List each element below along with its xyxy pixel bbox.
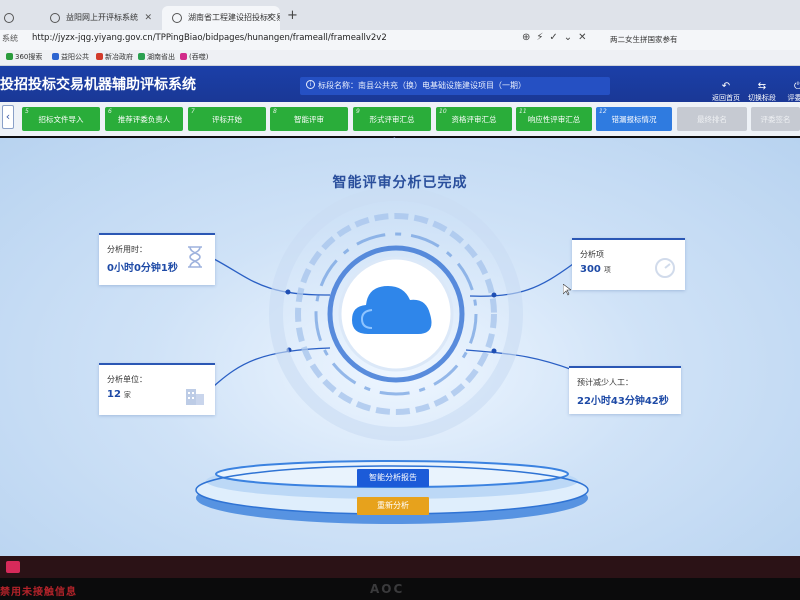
monitor-logo: AOC (370, 582, 405, 596)
building-icon (186, 389, 204, 405)
url-input[interactable]: http://jyzx-jqg.yiyang.gov.cn/TPPingBiao… (32, 33, 387, 43)
step-back-button[interactable]: ‹ (2, 105, 14, 129)
labor-saved-card: 预计减少人工： 22小时43分钟42秒 (569, 366, 681, 414)
close-icon[interactable]: ✕ (266, 6, 274, 30)
info-icon: i (306, 80, 315, 89)
connector-dot (285, 289, 291, 295)
step-7[interactable]: 7 评标开始 (188, 107, 266, 131)
labor-saved-value: 22小时43分钟42秒 (577, 396, 669, 407)
browser-tab-2[interactable]: 益阳网上开评标系统 ✕ (40, 6, 158, 30)
bezel-sticker: 禁用未接触信息 (0, 587, 77, 598)
analysis-units-value: 12 家 (107, 389, 131, 400)
analysis-time-card: 分析用时： 0小时0分钟1秒 (99, 233, 215, 285)
browser-tab-active[interactable]: 湖南省工程建设招投标交易机 ✕ (162, 6, 280, 30)
close-icon[interactable]: ✕ (144, 6, 152, 30)
reanalyze-button[interactable]: 重新分析 (357, 497, 429, 515)
bookmark-item[interactable]: 湖南省出 (138, 52, 175, 62)
analysis-complete-title: 智能评审分析已完成 (332, 175, 468, 191)
bookmark-item[interactable]: (吞噬) (180, 52, 208, 62)
new-tab-button[interactable]: + (287, 8, 298, 23)
browser-tab-1[interactable] (0, 6, 26, 30)
hud-graphic (195, 187, 589, 524)
address-bar: 系统 http://jyzx-jqg.yiyang.gov.cn/TPPingB… (0, 30, 800, 50)
address-toolbar-icons[interactable]: ⊕⚡✓⌄✕ (522, 32, 593, 43)
step-11[interactable]: 11 响应性评审汇总 (516, 107, 592, 131)
main-panel (0, 138, 800, 556)
step-sign[interactable]: 评委签名 (751, 107, 800, 131)
analysis-items-value: 300 项 (580, 264, 611, 275)
connector-dot (491, 348, 497, 354)
address-prefix: 系统 (2, 34, 18, 43)
browser-tab-title: 益阳网上开评标系统 (66, 13, 138, 22)
bookmark-item[interactable]: 360搜索 (6, 52, 42, 62)
project-name: 标段名称：南县公共充（换）电基础设施建设项目（一期） (318, 81, 526, 90)
analysis-report-button[interactable]: 智能分析报告 (357, 469, 429, 487)
gauge-icon (655, 258, 675, 278)
step-final-rank[interactable]: 最终排名 (677, 107, 747, 131)
browser-tabbar: 益阳网上开评标系统 ✕ 湖南省工程建设招投标交易机 ✕ + (0, 0, 800, 30)
step-10[interactable]: 10 资格评审汇总 (436, 107, 512, 131)
exit-icon: ⏻ (794, 81, 800, 92)
step-5[interactable]: 5 招标文件导入 (22, 107, 100, 131)
analysis-items-card: 分析项 300 项 (572, 238, 685, 290)
bookmark-item[interactable]: 新冶政府 (96, 52, 133, 62)
analysis-time-value: 0小时0分钟1秒 (107, 263, 178, 274)
search-input[interactable]: 两二女生拼国家参有 (596, 32, 800, 48)
app-title: 投招投标交易机器辅助评标系统 (0, 77, 196, 93)
globe-icon (50, 13, 60, 23)
globe-icon (4, 13, 14, 23)
step-12[interactable]: 12 错漏报标情况 (596, 107, 672, 131)
hourglass-icon (188, 246, 202, 268)
bookmark-item[interactable]: 益阳公共 (52, 52, 89, 62)
exit-button[interactable]: ⏻ 评委退 (776, 81, 800, 103)
step-9[interactable]: 9 形式评审汇总 (353, 107, 431, 131)
globe-icon (172, 13, 182, 23)
analysis-units-card: 分析单位： 12 家 (99, 363, 215, 415)
step-6[interactable]: 6 推荐评委负责人 (105, 107, 183, 131)
mouse-cursor-icon (563, 284, 571, 296)
app-taskbar-icon[interactable] (6, 561, 20, 573)
bookmarks-bar: 360搜索 益阳公共 新冶政府 湖南省出 (吞噬) (0, 50, 800, 66)
step-8[interactable]: 8 智能评审 (270, 107, 348, 131)
os-taskbar (0, 556, 800, 578)
